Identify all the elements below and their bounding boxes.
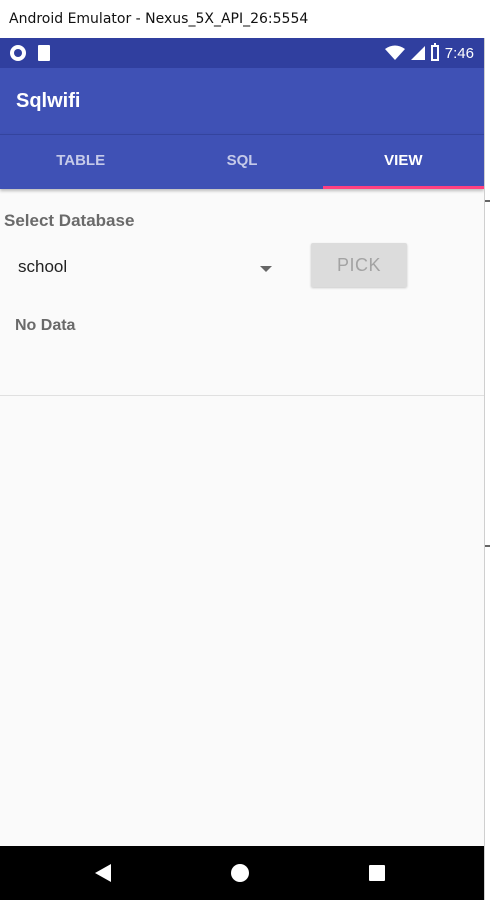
no-data-message: No Data xyxy=(15,317,76,334)
database-spinner-value: school xyxy=(18,257,68,276)
tab-table[interactable]: TABLE xyxy=(0,135,161,189)
app-title: Sqlwifi xyxy=(16,90,81,112)
wifi-icon xyxy=(384,45,405,60)
sd-card-icon xyxy=(38,45,50,61)
battery-icon xyxy=(430,43,439,61)
select-database-label: Select Database xyxy=(4,211,135,230)
tab-bar: TABLE SQL VIEW xyxy=(0,134,484,189)
navigation-bar xyxy=(0,846,484,900)
emulator-frame-edge xyxy=(484,38,490,900)
window-title: Android Emulator - Nexus_5X_API_26:5554 xyxy=(0,0,490,38)
tab-view[interactable]: VIEW xyxy=(322,135,484,189)
emulator-frame-tick xyxy=(485,545,490,547)
emulator-frame-tick xyxy=(485,200,490,202)
home-icon[interactable] xyxy=(231,864,249,882)
back-icon[interactable] xyxy=(95,864,111,882)
signal-icon xyxy=(410,46,425,60)
divider xyxy=(0,395,484,396)
database-spinner[interactable]: school xyxy=(18,255,280,283)
tab-sql[interactable]: SQL xyxy=(161,135,322,189)
notification-dot-icon xyxy=(10,45,26,61)
emulator-screen: 7:46 Sqlwifi TABLE SQL VIEW Select Datab… xyxy=(0,38,484,900)
dropdown-arrow-icon xyxy=(260,266,272,272)
pick-button[interactable]: PICK xyxy=(311,243,407,287)
app-bar: Sqlwifi xyxy=(0,68,484,134)
status-bar: 7:46 xyxy=(0,38,484,68)
status-time: 7:46 xyxy=(444,44,474,62)
recents-icon[interactable] xyxy=(369,865,385,881)
